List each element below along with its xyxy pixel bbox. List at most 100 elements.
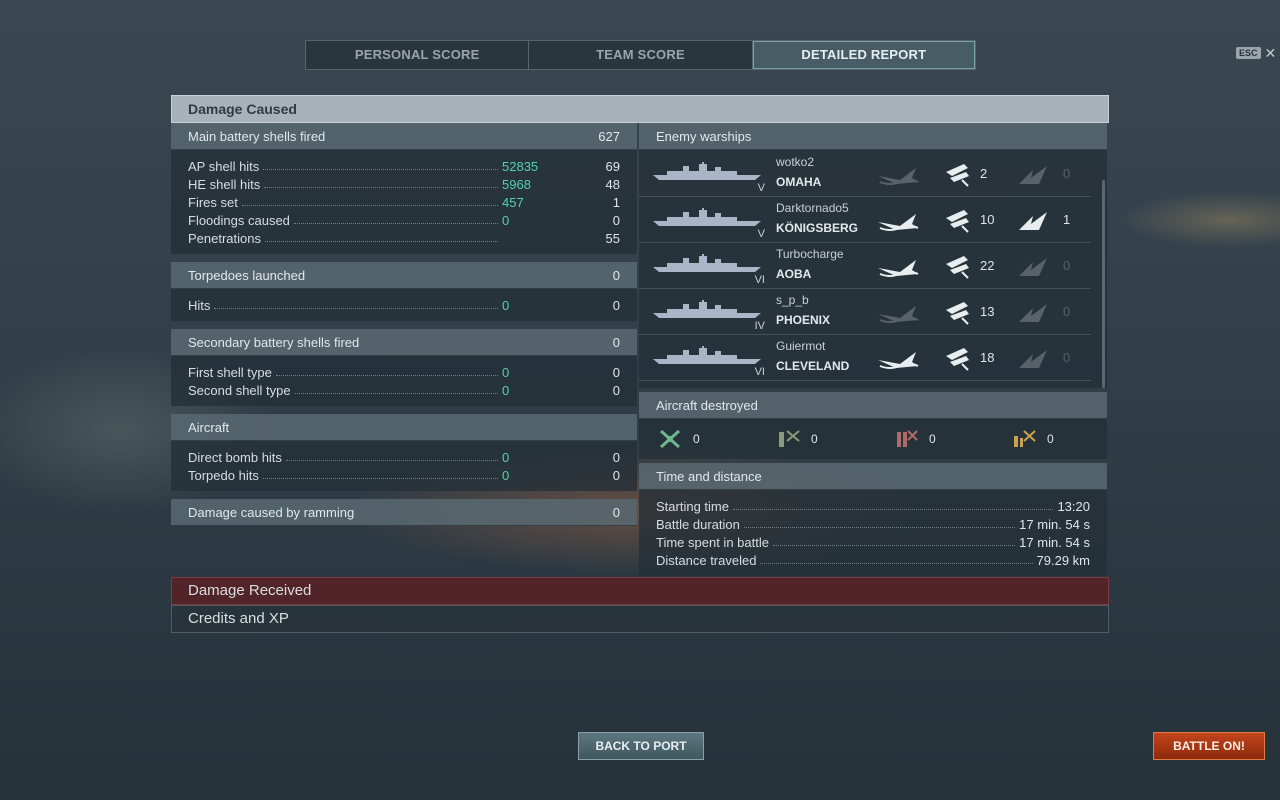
dive-bomber-icon <box>897 430 918 447</box>
ship-name: KÖNIGSBERG <box>776 221 859 235</box>
dotted-leader <box>772 545 1016 546</box>
time-value: 17 min. 54 s <box>1019 535 1090 550</box>
ramming-total: 0 <box>612 504 620 520</box>
stat-label: Fires set <box>188 195 238 210</box>
time-distance-body: Starting time 13:20 Battle duration 17 min… <box>639 490 1107 576</box>
aircraft-destroyed-header: Aircraft destroyed <box>639 392 1107 419</box>
ship-silhouette-icon <box>653 254 761 274</box>
ship-name: PHOENIX <box>776 313 831 327</box>
stat-value: 0 <box>612 298 620 313</box>
spotter-plane-icon <box>1014 430 1036 447</box>
critical-hit-count: 0 <box>1063 258 1071 273</box>
stat-value: 0 <box>612 365 620 380</box>
stat-value: 0 <box>612 213 620 228</box>
stat-row: Floodings caused 0 0 <box>188 210 620 228</box>
stat-value: 0 <box>612 450 620 465</box>
time-row: Battle duration 17 min. 54 s <box>656 514 1090 532</box>
torpedoes-label: Torpedoes launched <box>188 267 306 283</box>
stat-damage: 457 <box>502 195 524 210</box>
stat-damage: 0 <box>502 383 510 398</box>
secondary-header: Secondary battery shells fired 0 <box>171 329 637 356</box>
critical-hit-icon <box>1017 162 1051 186</box>
fighter-plane-icon <box>660 429 680 449</box>
credits-xp-section[interactable]: Credits and XP <box>171 605 1109 633</box>
hit-count: 22 <box>980 258 995 273</box>
ship-name: AOBA <box>776 267 812 281</box>
dotted-leader <box>214 308 498 309</box>
stat-label: HE shell hits <box>188 177 261 192</box>
aircraft-destroyed-item: 0 <box>893 428 936 450</box>
shell-hit-icon <box>942 252 972 280</box>
stat-value: 55 <box>605 231 620 246</box>
stat-label: Direct bomb hits <box>188 450 282 465</box>
close-icon[interactable]: ✕ <box>1265 46 1277 60</box>
stat-label: AP shell hits <box>188 159 260 174</box>
stat-label: Floodings caused <box>188 213 290 228</box>
score-tabs: PERSONAL SCORE TEAM SCORE DETAILED REPOR… <box>305 40 976 70</box>
player-name: Guiermot <box>776 339 826 353</box>
enemy-warships-header: Enemy warships <box>639 123 1107 150</box>
ship-tier: VI <box>754 366 765 378</box>
dotted-leader <box>294 393 498 394</box>
battle-on-button[interactable]: BATTLE ON! <box>1153 732 1265 760</box>
ship-destroyed-icon <box>876 298 920 324</box>
dotted-leader <box>293 223 498 224</box>
enemy-ship-row[interactable]: V Darktornado5 KÖNIGSBERG 10 1 <box>639 196 1091 243</box>
enemy-warships-list[interactable]: Vwotko2 OMAHA 2 0 V Darktornado5 KÖNIGSBERG 10 1… <box>639 150 1107 388</box>
hit-count: 18 <box>980 350 995 365</box>
stat-label: First shell type <box>188 365 272 380</box>
damage-received-section[interactable]: Damage Received <box>171 577 1109 605</box>
stat-value: 0 <box>612 383 620 398</box>
ship-destroyed-icon <box>876 206 920 232</box>
critical-hit-icon <box>1017 254 1051 278</box>
critical-hit-icon <box>1017 300 1051 324</box>
time-value: 17 min. 54 s <box>1019 517 1090 532</box>
hit-count: 2 <box>980 166 988 181</box>
enemy-list-scrollbar[interactable] <box>1102 180 1105 388</box>
player-name: Darktornado5 <box>776 201 849 215</box>
enemy-ship-row[interactable]: VI Guiermot CLEVELAND 18 0 <box>639 334 1091 381</box>
ship-tier: VI <box>754 274 765 286</box>
ship-tier: V <box>757 182 765 194</box>
main-battery-header: Main battery shells fired 627 <box>171 123 637 150</box>
stat-label: Second shell type <box>188 383 291 398</box>
tab-team-score[interactable]: TEAM SCORE <box>529 41 753 69</box>
critical-hit-count: 0 <box>1063 304 1071 319</box>
critical-hit-count: 0 <box>1063 350 1071 365</box>
tab-personal-score[interactable]: PERSONAL SCORE <box>306 41 530 69</box>
ramming-label: Damage caused by ramming <box>188 504 355 520</box>
torpedoes-body: Hits 0 0 <box>171 289 637 321</box>
time-label: Distance traveled <box>656 553 757 568</box>
credits-xp-title: Credits and XP <box>188 610 289 627</box>
time-label: Battle duration <box>656 517 740 532</box>
ship-silhouette-icon <box>653 300 761 320</box>
dotted-leader <box>263 169 498 170</box>
stat-damage: 0 <box>502 365 510 380</box>
enemy-ship-row[interactable]: VI Turbocharge AOBA 22 0 <box>639 242 1091 289</box>
critical-hit-count: 0 <box>1063 166 1071 181</box>
damage-caused-title: Damage Caused <box>188 101 297 117</box>
time-label: Starting time <box>656 499 729 514</box>
aircraft-header: Aircraft <box>171 414 637 441</box>
aircraft-destroyed-item: 0 <box>775 428 818 450</box>
damage-caused-header[interactable]: Damage Caused <box>171 95 1109 123</box>
back-to-port-button[interactable]: BACK TO PORT <box>578 732 704 760</box>
stat-value: 48 <box>605 177 620 192</box>
critical-hit-icon <box>1017 208 1051 232</box>
aircraft-destroyed-label: Aircraft destroyed <box>656 397 758 413</box>
ship-tier: IV <box>754 320 765 332</box>
tab-detailed-report[interactable]: DETAILED REPORT <box>752 41 975 69</box>
main-battery-total: 627 <box>598 128 620 144</box>
close-control[interactable]: ESC ✕ <box>1236 46 1276 60</box>
stat-row: Penetrations 55 <box>188 228 620 246</box>
ship-silhouette-icon <box>653 162 761 182</box>
dotted-leader <box>241 205 498 206</box>
enemy-ship-row[interactable]: Vwotko2 OMAHA 2 0 <box>639 150 1091 197</box>
aircraft-destroyed-item: 0 <box>1011 428 1054 450</box>
time-row: Starting time 13:20 <box>656 496 1090 514</box>
shell-hit-icon <box>942 206 972 234</box>
enemy-ship-row[interactable]: IV s_p_b PHOENIX 13 0 <box>639 288 1091 335</box>
stat-row: Hits 0 0 <box>188 295 620 313</box>
secondary-label: Secondary battery shells fired <box>188 334 360 350</box>
shell-hit-icon <box>942 160 972 188</box>
